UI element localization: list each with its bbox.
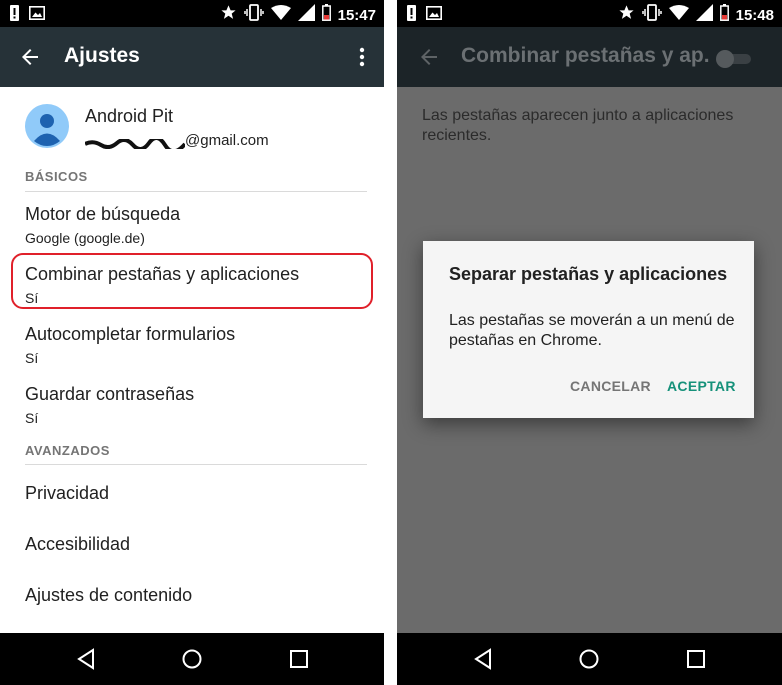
wifi-icon <box>668 4 689 26</box>
star-icon <box>220 4 237 26</box>
setting-content-settings[interactable]: Ajustes de contenido <box>25 585 192 606</box>
star-icon <box>618 4 635 26</box>
setting-title: Motor de búsqueda <box>25 204 181 224</box>
redacted-email-scribble <box>84 136 187 154</box>
setting-subtitle: Sí <box>25 410 39 426</box>
divider <box>25 464 367 465</box>
avatar <box>25 104 69 148</box>
recents-square-icon[interactable] <box>288 648 310 670</box>
section-header-basicos: BÁSICOS <box>25 169 88 184</box>
setting-title: Guardar contraseñas <box>25 384 195 404</box>
home-circle-icon[interactable] <box>578 648 600 670</box>
navigation-bar <box>397 633 782 685</box>
back-triangle-icon[interactable] <box>75 648 97 670</box>
divider <box>25 191 367 192</box>
back-triangle-icon[interactable] <box>472 648 494 670</box>
status-bar: 15:48 <box>397 0 782 27</box>
account-email: @gmail.com <box>84 132 269 154</box>
dialog-message: Las pestañas se moverán a un menú de pes… <box>449 312 735 349</box>
signal-icon <box>297 4 315 26</box>
wifi-icon <box>270 4 291 26</box>
dimmed-content: Las pestañas aparecen junto a aplicacion… <box>397 87 782 633</box>
signal-icon <box>695 4 713 26</box>
home-circle-icon[interactable] <box>181 648 203 670</box>
clock: 15:47 <box>337 6 376 24</box>
vibrate-icon <box>641 4 662 26</box>
account-email-domain: @gmail.com <box>185 132 269 149</box>
settings-screen: 15:47 Ajustes Android Pit @gmail.com BÁS… <box>0 0 384 685</box>
setting-subtitle: Google (google.de) <box>25 230 145 246</box>
battery-icon <box>719 4 729 26</box>
setting-privacy[interactable]: Privacidad <box>25 483 109 504</box>
setting-title: Combinar pestañas y aplicaciones <box>25 264 300 284</box>
navigation-bar <box>0 633 384 685</box>
accept-button[interactable]: ACEPTAR <box>667 378 736 394</box>
settings-list: Android Pit @gmail.com BÁSICOS Motor de … <box>0 87 384 633</box>
confirm-dialog: Separar pestañas y aplicaciones Las pest… <box>423 241 754 418</box>
app-bar: Ajustes <box>0 27 384 87</box>
merge-tabs-screen: 15:48 Combinar pestañas y ap... Las pest… <box>397 0 782 685</box>
clock: 15:48 <box>735 6 774 24</box>
alert-icon <box>10 5 19 26</box>
back-arrow-icon[interactable] <box>417 45 441 69</box>
section-header-avanzados: AVANZADOS <box>25 443 110 458</box>
setting-title: Autocompletar formularios <box>25 324 236 344</box>
overflow-menu-icon[interactable] <box>358 45 366 69</box>
image-icon <box>29 6 45 25</box>
image-icon <box>426 6 442 25</box>
page-title: Combinar pestañas y ap... <box>461 44 711 67</box>
dialog-title: Separar pestañas y aplicaciones <box>449 264 728 284</box>
merge-toggle-switch[interactable] <box>715 49 755 69</box>
back-arrow-icon[interactable] <box>18 45 42 69</box>
setting-accessibility[interactable]: Accesibilidad <box>25 534 130 555</box>
setting-description: Las pestañas aparecen junto a aplicacion… <box>422 107 734 144</box>
battery-icon <box>321 4 331 26</box>
setting-subtitle: Sí <box>25 350 39 366</box>
cancel-button[interactable]: CANCELAR <box>570 378 651 394</box>
setting-subtitle: Sí <box>25 290 39 306</box>
recents-square-icon[interactable] <box>685 648 707 670</box>
account-name: Android Pit <box>85 106 174 126</box>
page-title: Ajustes <box>64 44 140 67</box>
vibrate-icon <box>243 4 264 26</box>
alert-icon <box>407 5 416 26</box>
status-bar: 15:47 <box>0 0 384 27</box>
app-bar: Combinar pestañas y ap... <box>397 27 782 87</box>
